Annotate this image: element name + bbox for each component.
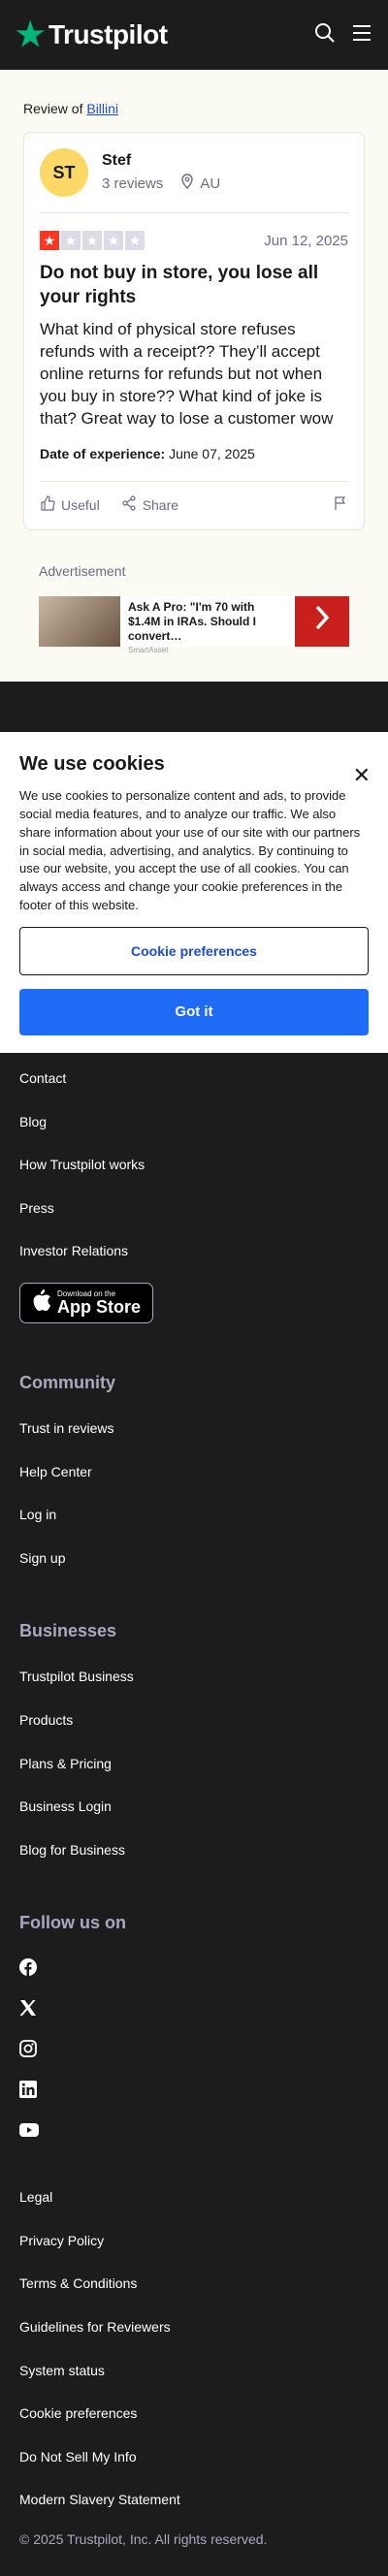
review-of: Review of Billini bbox=[23, 101, 119, 116]
cookie-preferences-button[interactable]: Cookie preferences bbox=[19, 926, 369, 975]
reviewer-name[interactable]: Stef bbox=[102, 152, 220, 170]
got-it-button[interactable]: Got it bbox=[19, 988, 369, 1035]
businesses-heading: Businesses bbox=[19, 1621, 117, 1641]
thumbs-up-icon bbox=[40, 495, 55, 514]
star-icon: ★ bbox=[82, 231, 102, 250]
footer-link-do-not-sell-my-info[interactable]: Do Not Sell My Info bbox=[19, 2435, 369, 2479]
cookie-banner: We use cookies ✕ We use cookies to perso… bbox=[0, 732, 388, 1053]
advertisement-banner[interactable]: Ask A Pro: "I'm 70 with $1.4M in IRAs. S… bbox=[39, 596, 349, 654]
site-header: ★ Trustpilot bbox=[0, 0, 388, 70]
footer-link-terms-conditions[interactable]: Terms & Conditions bbox=[19, 2262, 369, 2306]
ad-source: SmartAsset bbox=[128, 646, 169, 655]
review-body: What kind of physical store refuses refu… bbox=[40, 320, 334, 429]
youtube-icon[interactable] bbox=[19, 2110, 369, 2150]
chevron-right-icon bbox=[312, 604, 332, 639]
flag-icon[interactable] bbox=[333, 495, 348, 514]
footer-link-blog[interactable]: Blog bbox=[19, 1100, 369, 1144]
x-icon[interactable] bbox=[19, 1988, 369, 2028]
logo-text: Trustpilot bbox=[48, 19, 168, 49]
share-button[interactable]: Share bbox=[121, 495, 178, 514]
footer-link-products[interactable]: Products bbox=[19, 1699, 369, 1742]
footer-link-modern-slavery-statement[interactable]: Modern Slavery Statement bbox=[19, 2478, 369, 2522]
review-card: ST Stef 3 reviews AU ★ ★ ★ ★ ★ Jun 12, 2025 … bbox=[23, 132, 365, 531]
search-icon[interactable] bbox=[314, 22, 336, 48]
star-icon: ★ bbox=[61, 231, 81, 250]
menu-icon[interactable] bbox=[351, 23, 372, 48]
avatar[interactable]: ST bbox=[40, 148, 88, 197]
footer-link-system-status[interactable]: System status bbox=[19, 2349, 369, 2393]
footer-link-press[interactable]: Press bbox=[19, 1187, 369, 1230]
cookie-text: We use cookies to personalize content an… bbox=[19, 788, 361, 913]
community-heading: Community bbox=[19, 1372, 115, 1392]
footer-link-blog-for-business[interactable]: Blog for Business bbox=[19, 1829, 369, 1872]
star-logo-icon: ★ bbox=[16, 16, 45, 53]
star-icon: ★ bbox=[40, 231, 59, 250]
footer-link-investor-relations[interactable]: Investor Relations bbox=[19, 1229, 369, 1273]
app-store-button[interactable]: Download on the App Store bbox=[19, 1282, 154, 1323]
footer-link-trustpilot-business[interactable]: Trustpilot Business bbox=[19, 1655, 369, 1699]
star-icon: ★ bbox=[125, 231, 145, 250]
location-pin-icon bbox=[180, 174, 194, 193]
reviewer-location: AU bbox=[200, 175, 221, 192]
ad-chevron-button[interactable] bbox=[295, 596, 349, 648]
site-footer: Contact Blog How Trustpilot works Press … bbox=[0, 1053, 388, 2547]
share-icon bbox=[121, 495, 137, 514]
ad-title[interactable]: Ask A Pro: "I'm 70 with $1.4M in IRAs. S… bbox=[128, 600, 287, 644]
follow-us-heading: Follow us on bbox=[19, 1913, 126, 1933]
close-icon[interactable]: ✕ bbox=[353, 763, 371, 788]
footer-top bbox=[0, 682, 388, 733]
footer-link-privacy-policy[interactable]: Privacy Policy bbox=[19, 2219, 369, 2263]
review-title[interactable]: Do not buy in store, you lose all your r… bbox=[40, 262, 348, 309]
cookie-title: We use cookies bbox=[19, 753, 165, 776]
footer-link-business-login[interactable]: Business Login bbox=[19, 1785, 369, 1829]
apple-icon bbox=[30, 1288, 51, 1318]
advertisement-label: Advertisement bbox=[39, 563, 126, 580]
footer-link-guidelines-for-reviewers[interactable]: Guidelines for Reviewers bbox=[19, 2306, 369, 2349]
facebook-icon[interactable] bbox=[19, 1947, 369, 1988]
footer-link-plans-pricing[interactable]: Plans & Pricing bbox=[19, 1742, 369, 1786]
footer-link-trust-in-reviews[interactable]: Trust in reviews bbox=[19, 1407, 369, 1450]
useful-button[interactable]: Useful bbox=[40, 495, 100, 514]
footer-link-log-in[interactable]: Log in bbox=[19, 1493, 369, 1537]
company-link[interactable]: Billini bbox=[86, 101, 118, 116]
ad-image[interactable] bbox=[39, 596, 120, 648]
reviewer-info: ST Stef 3 reviews AU bbox=[40, 148, 348, 213]
date-of-experience: Date of experience: June 07, 2025 bbox=[40, 446, 255, 462]
review-date: Jun 12, 2025 bbox=[264, 232, 348, 249]
footer-link-legal[interactable]: Legal bbox=[19, 2176, 369, 2219]
star-rating: ★ ★ ★ ★ ★ bbox=[40, 231, 145, 250]
star-icon: ★ bbox=[104, 231, 123, 250]
footer-link-sign-up[interactable]: Sign up bbox=[19, 1537, 369, 1580]
copyright: © 2025 Trustpilot, Inc. All rights reser… bbox=[19, 2531, 268, 2548]
linkedin-icon[interactable] bbox=[19, 2069, 369, 2110]
footer-link-cookie-preferences[interactable]: Cookie preferences bbox=[19, 2392, 369, 2435]
review-count: 3 reviews bbox=[102, 175, 164, 192]
trustpilot-logo[interactable]: ★ Trustpilot bbox=[16, 18, 168, 51]
footer-link-contact[interactable]: Contact bbox=[19, 1057, 369, 1100]
review-section: Review of Billini ST Stef 3 reviews AU ★… bbox=[0, 70, 388, 683]
footer-link-how-trustpilot-works[interactable]: How Trustpilot works bbox=[19, 1143, 369, 1187]
footer-link-help-center[interactable]: Help Center bbox=[19, 1450, 369, 1494]
instagram-icon[interactable] bbox=[19, 2028, 369, 2069]
